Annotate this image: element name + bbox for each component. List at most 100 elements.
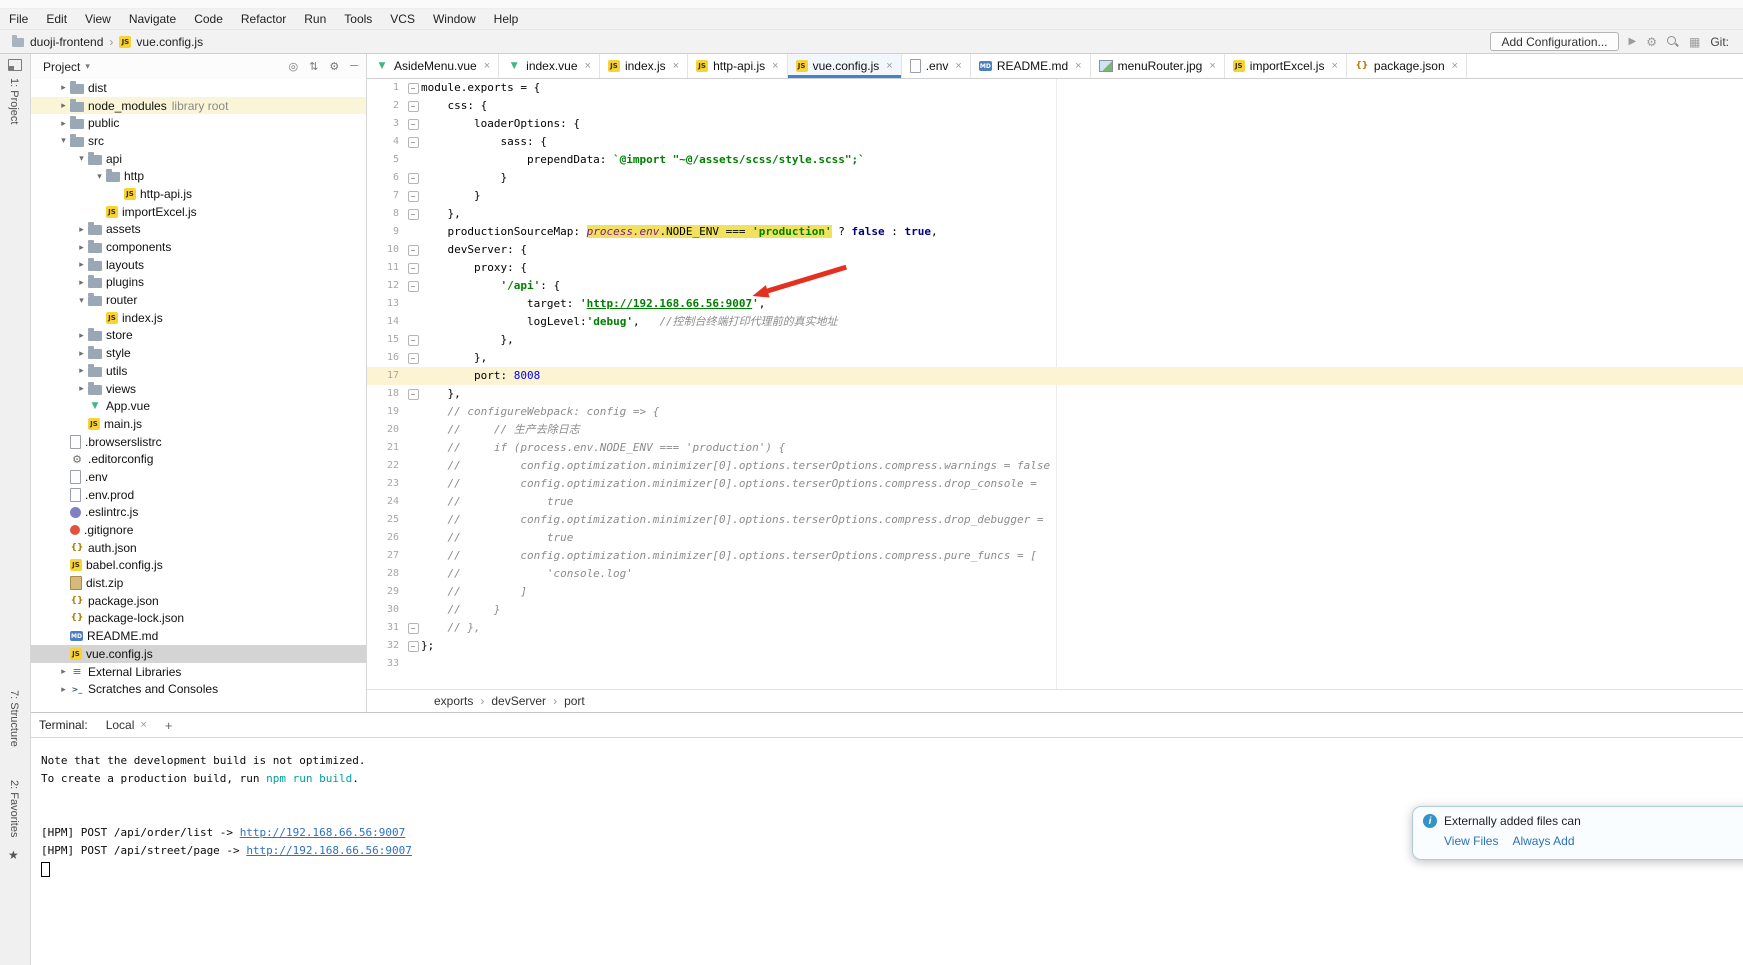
- tree-item-index.js[interactable]: JSindex.js: [31, 309, 366, 327]
- code-line[interactable]: 7− }: [367, 187, 1743, 205]
- code-line[interactable]: 31− // },: [367, 619, 1743, 637]
- close-icon[interactable]: ×: [955, 60, 961, 72]
- close-icon[interactable]: ×: [1452, 60, 1458, 72]
- code-line[interactable]: 32−};: [367, 637, 1743, 655]
- fold-minus-icon[interactable]: −: [408, 281, 419, 292]
- tree-item-store[interactable]: ▸store: [31, 327, 366, 345]
- editor-tab-index.js[interactable]: JSindex.js×: [600, 54, 688, 78]
- code-line[interactable]: 6− }: [367, 169, 1743, 187]
- git-label[interactable]: Git:: [1710, 35, 1729, 49]
- tree-item-dist.zip[interactable]: dist.zip: [31, 574, 366, 592]
- code-line[interactable]: 30 // }: [367, 601, 1743, 619]
- fold-marker[interactable]: −: [405, 173, 421, 184]
- tree-item-babel.config.js[interactable]: JSbabel.config.js: [31, 557, 366, 575]
- code-line[interactable]: 20 // // 生产去除日志: [367, 421, 1743, 439]
- code-line[interactable]: 23 // config.optimization.minimizer[0].o…: [367, 475, 1743, 493]
- tree-item-.browserslistrc[interactable]: .browserslistrc: [31, 433, 366, 451]
- fold-minus-icon[interactable]: −: [408, 209, 419, 220]
- fold-marker[interactable]: −: [405, 83, 421, 94]
- layout-grid-icon[interactable]: ▦: [1689, 35, 1700, 49]
- chevron-right-icon[interactable]: ▸: [75, 224, 88, 235]
- code-line[interactable]: 25 // config.optimization.minimizer[0].o…: [367, 511, 1743, 529]
- code-line[interactable]: 24 // true: [367, 493, 1743, 511]
- terminal-tab-local[interactable]: Local ×: [102, 716, 151, 734]
- code-line[interactable]: 1−module.exports = {: [367, 79, 1743, 97]
- fold-marker[interactable]: −: [405, 245, 421, 256]
- fold-marker[interactable]: −: [405, 353, 421, 364]
- code-line[interactable]: 29 // ]: [367, 583, 1743, 601]
- hide-panel-icon[interactable]: ─: [350, 60, 358, 73]
- tree-item-http-api.js[interactable]: JShttp-api.js: [31, 185, 366, 203]
- code-line[interactable]: 10− devServer: {: [367, 241, 1743, 259]
- fold-minus-icon[interactable]: −: [408, 353, 419, 364]
- editor-tab-index.vue[interactable]: ▼index.vue×: [499, 54, 600, 78]
- tree-item-http[interactable]: ▾http: [31, 167, 366, 185]
- fold-marker[interactable]: −: [405, 281, 421, 292]
- tree-item-package.json[interactable]: {}package.json: [31, 592, 366, 610]
- fold-minus-icon[interactable]: −: [408, 137, 419, 148]
- locate-icon[interactable]: ◎: [289, 60, 299, 73]
- chevron-down-icon[interactable]: ▾: [57, 135, 70, 146]
- fold-minus-icon[interactable]: −: [408, 101, 419, 112]
- code-line[interactable]: 13 target: 'http://192.168.66.56:9007',: [367, 295, 1743, 313]
- code-line[interactable]: 5 prependData: `@import "~@/assets/scss/…: [367, 151, 1743, 169]
- code-line[interactable]: 3− loaderOptions: {: [367, 115, 1743, 133]
- collapse-all-icon[interactable]: ⇅: [309, 60, 318, 73]
- fold-minus-icon[interactable]: −: [408, 83, 419, 94]
- code-line[interactable]: 16− },: [367, 349, 1743, 367]
- menu-item-vcs[interactable]: VCS: [381, 12, 424, 26]
- tree-item-App.vue[interactable]: ▼App.vue: [31, 397, 366, 415]
- menu-item-window[interactable]: Window: [424, 12, 485, 26]
- code-line[interactable]: 11− proxy: {: [367, 259, 1743, 277]
- chevron-right-icon[interactable]: ▸: [57, 666, 70, 677]
- chevron-down-icon[interactable]: ▾: [75, 153, 88, 164]
- settings-gear-icon[interactable]: ⚙: [1646, 35, 1657, 49]
- tree-item-.eslintrc.js[interactable]: .eslintrc.js: [31, 504, 366, 522]
- fold-minus-icon[interactable]: −: [408, 119, 419, 130]
- code-line[interactable]: 4− sass: {: [367, 133, 1743, 151]
- close-icon[interactable]: ×: [772, 60, 778, 72]
- fold-minus-icon[interactable]: −: [408, 389, 419, 400]
- breadcrumb-project[interactable]: duoji-frontend: [30, 35, 103, 49]
- close-icon[interactable]: ×: [673, 60, 679, 72]
- fold-minus-icon[interactable]: −: [408, 263, 419, 274]
- tree-item-public[interactable]: ▸public: [31, 114, 366, 132]
- code-line[interactable]: 19 // configureWebpack: config => {: [367, 403, 1743, 421]
- fold-minus-icon[interactable]: −: [408, 335, 419, 346]
- menu-item-edit[interactable]: Edit: [37, 12, 76, 26]
- code-line[interactable]: 27 // config.optimization.minimizer[0].o…: [367, 547, 1743, 565]
- menu-item-code[interactable]: Code: [185, 12, 232, 26]
- tree-item-package-lock.json[interactable]: {}package-lock.json: [31, 610, 366, 628]
- menu-item-navigate[interactable]: Navigate: [120, 12, 185, 26]
- tree-item-components[interactable]: ▸components: [31, 238, 366, 256]
- tree-item-importExcel.js[interactable]: JSimportExcel.js: [31, 203, 366, 221]
- fold-marker[interactable]: −: [405, 641, 421, 652]
- fold-marker[interactable]: −: [405, 209, 421, 220]
- editor-tab-vue.config.js[interactable]: JSvue.config.js×: [788, 54, 902, 78]
- tree-item-plugins[interactable]: ▸plugins: [31, 274, 366, 292]
- tree-item-.env[interactable]: .env: [31, 468, 366, 486]
- menu-item-refactor[interactable]: Refactor: [232, 12, 295, 26]
- fold-marker[interactable]: −: [405, 335, 421, 346]
- fold-marker[interactable]: −: [405, 101, 421, 112]
- tree-item-README.md[interactable]: MDREADME.md: [31, 627, 366, 645]
- close-icon[interactable]: ×: [886, 60, 892, 72]
- tree-item-dist[interactable]: ▸dist: [31, 79, 366, 97]
- view-files-link[interactable]: View Files: [1444, 834, 1498, 848]
- code-line[interactable]: 17 port: 8008: [367, 367, 1743, 385]
- editor-tab-README.md[interactable]: MDREADME.md×: [971, 54, 1091, 78]
- chevron-right-icon[interactable]: ▸: [75, 259, 88, 270]
- editor-tab-menuRouter.jpg[interactable]: menuRouter.jpg×: [1091, 54, 1225, 78]
- tree-item-.env.prod[interactable]: .env.prod: [31, 486, 366, 504]
- editor-breadcrumb-devServer[interactable]: devServer: [491, 694, 546, 708]
- fold-marker[interactable]: −: [405, 191, 421, 202]
- fold-minus-icon[interactable]: −: [408, 191, 419, 202]
- tree-item-Scratches and Consoles[interactable]: ▸>_Scratches and Consoles: [31, 680, 366, 698]
- fold-marker[interactable]: −: [405, 389, 421, 400]
- tree-item-utils[interactable]: ▸utils: [31, 362, 366, 380]
- breadcrumb-file[interactable]: vue.config.js: [136, 35, 203, 49]
- close-icon[interactable]: ×: [1209, 60, 1215, 72]
- tree-item-src[interactable]: ▾src: [31, 132, 366, 150]
- tree-item-.editorconfig[interactable]: ⚙.editorconfig: [31, 450, 366, 468]
- chevron-right-icon[interactable]: ▸: [57, 100, 70, 111]
